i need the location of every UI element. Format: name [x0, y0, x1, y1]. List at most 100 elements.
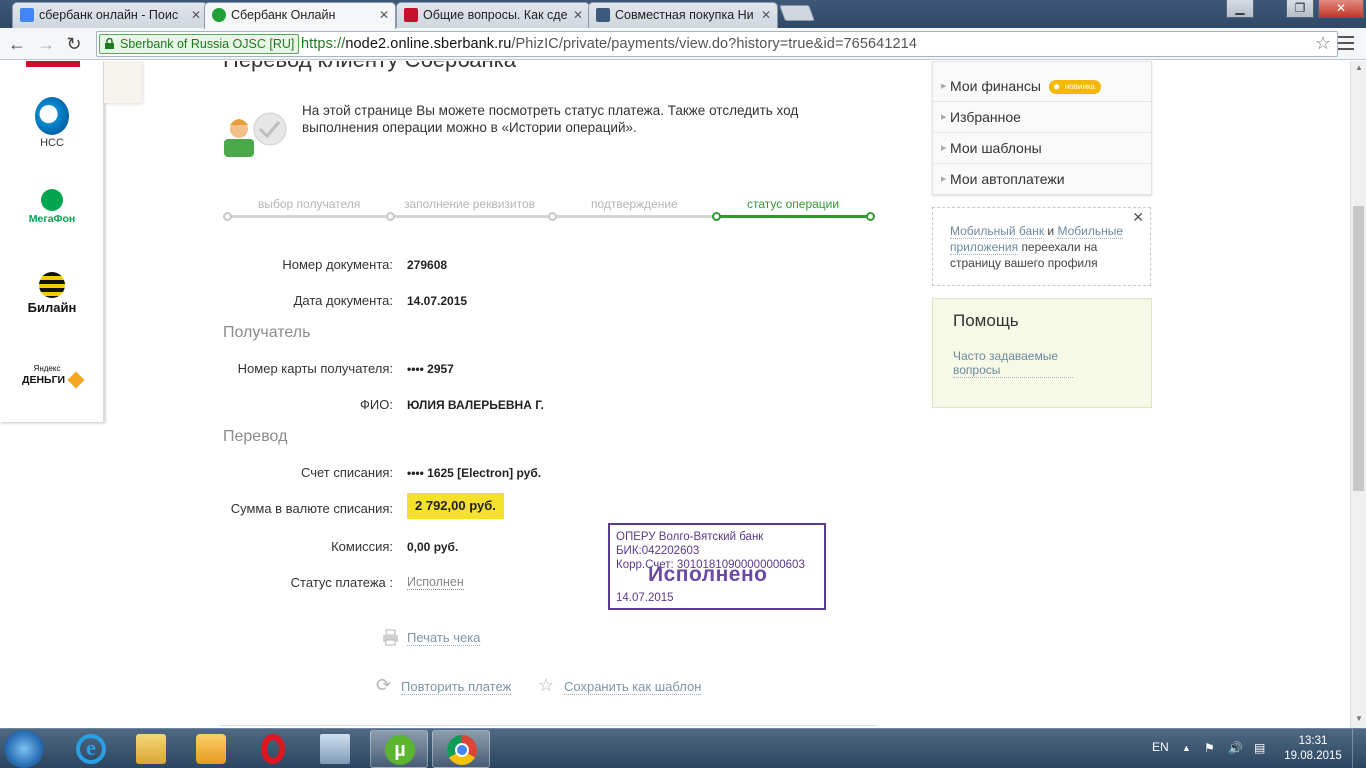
- star-icon[interactable]: ☆: [538, 675, 554, 696]
- mobile-bank-link[interactable]: Мобильный банк: [950, 224, 1045, 239]
- bank-stamp: ОПЕРУ Волго-Вятский банк БИК:042202603 К…: [608, 523, 826, 610]
- menu-label: Мои финансы: [950, 78, 1041, 94]
- scroll-thumb[interactable]: [1353, 206, 1364, 491]
- menu-label: Мои автоплатежи: [950, 171, 1065, 187]
- tab-close-icon[interactable]: ✕: [191, 3, 201, 27]
- help-title: Помощь: [953, 311, 1019, 330]
- forward-button[interactable]: →: [34, 32, 58, 56]
- taskbar-chrome[interactable]: [432, 730, 490, 768]
- operator-beeline[interactable]: Билайн: [0, 272, 104, 315]
- fee-label: Комиссия:: [331, 539, 393, 554]
- url-host: node2.online.sberbank.ru: [345, 36, 512, 52]
- beeline-logo-icon: [39, 272, 65, 298]
- stamp-date: 14.07.2015: [616, 592, 674, 604]
- vertical-scrollbar[interactable]: ▲ ▼: [1350, 61, 1366, 728]
- operator-megafon[interactable]: МегаФон: [0, 189, 104, 225]
- action-center-flag-icon[interactable]: ⚑: [1204, 741, 1215, 755]
- account-label: Счет списания:: [300, 465, 393, 480]
- taskbar-internet-explorer[interactable]: e: [62, 730, 120, 768]
- step-line: [228, 215, 717, 218]
- step-dot-active: [712, 212, 721, 221]
- personal-menu: ▶ Мои финансы новинка ▶ Избранное ▶ Мои …: [932, 61, 1152, 195]
- taskbar-file-explorer[interactable]: [122, 730, 180, 768]
- page-title: Перевод клиенту Сбербанка: [223, 61, 516, 73]
- tab-sberbank-online[interactable]: Сбербанк Онлайн ✕: [204, 2, 396, 29]
- tab-close-icon[interactable]: ✕: [573, 3, 583, 27]
- menu-my-templates[interactable]: ▶ Мои шаблоны: [933, 133, 1151, 164]
- folder-icon: [136, 734, 166, 764]
- operator-label: МегаФон: [28, 213, 76, 225]
- lock-icon: [105, 38, 114, 49]
- print-receipt-link[interactable]: Печать чека: [407, 630, 481, 646]
- tab-google-search[interactable]: сбербанк онлайн - Поис ✕: [12, 2, 208, 28]
- tab-joint-purchase[interactable]: Совместная покупка Ни ✕: [588, 2, 778, 28]
- operator-yandex-money[interactable]: Яндекс ДЕНЬГИ: [0, 361, 104, 389]
- tab-close-icon[interactable]: ✕: [761, 3, 771, 27]
- save-template-link[interactable]: Сохранить как шаблон: [564, 679, 702, 695]
- calculator-icon: [320, 734, 350, 764]
- minimize-button[interactable]: ▁: [1226, 0, 1254, 18]
- language-indicator[interactable]: EN: [1152, 740, 1169, 754]
- operator-label: Яндекс ДЕНЬГИ: [0, 363, 104, 389]
- repeat-icon[interactable]: ⟳: [376, 675, 391, 696]
- maximize-button[interactable]: ❐: [1286, 0, 1314, 18]
- new-tab-button[interactable]: [779, 5, 815, 21]
- triangle-right-icon: ▶: [941, 176, 947, 183]
- address-bar[interactable]: Sberbank of Russia OJSC [RU] https://nod…: [96, 31, 1338, 57]
- taskbar-media-player[interactable]: [182, 730, 240, 768]
- step-label-confirm: подтверждение: [591, 197, 678, 211]
- operator-label: Билайн: [27, 300, 77, 315]
- progress-steps: выбор получателя заполнение реквизитов п…: [223, 197, 875, 227]
- faq-link[interactable]: Часто задаваемые вопросы: [953, 349, 1073, 378]
- chrome-menu-icon[interactable]: [1334, 32, 1358, 56]
- payment-status-link[interactable]: Исполнен: [407, 575, 464, 590]
- account-value: •••• 1625 [Electron] руб.: [407, 466, 542, 480]
- step-dot: [548, 212, 557, 221]
- tab-faq[interactable]: Общие вопросы. Как сде ✕: [396, 2, 590, 28]
- operator-label-line1: Яндекс: [33, 364, 61, 373]
- show-desktop-button[interactable]: [1352, 729, 1366, 768]
- clock-date: 19.08.2015: [1284, 750, 1342, 762]
- printer-icon[interactable]: [382, 629, 399, 646]
- volume-icon[interactable]: 🔊: [1228, 741, 1243, 755]
- close-window-button[interactable]: ✕: [1318, 0, 1364, 18]
- menu-my-autopayments[interactable]: ▶ Мои автоплатежи: [933, 164, 1151, 195]
- scroll-up-icon[interactable]: ▲: [1355, 63, 1363, 72]
- close-icon[interactable]: ✕: [1132, 209, 1144, 225]
- recipient-name-label: ФИО:: [360, 397, 393, 412]
- opera-icon: [261, 734, 285, 764]
- menu-favorites[interactable]: ▶ Избранное: [933, 102, 1151, 133]
- menu-my-finances[interactable]: ▶ Мои финансы новинка: [933, 71, 1151, 102]
- system-clock[interactable]: 13:31 19.08.2015: [1282, 734, 1344, 764]
- tab-close-icon[interactable]: ✕: [379, 3, 389, 27]
- network-icon[interactable]: ▤: [1254, 741, 1265, 755]
- sberbank-favicon-icon: [212, 8, 226, 22]
- step-label-fill-details: заполнение реквизитов: [404, 197, 536, 211]
- operator-label-line2: ДЕНЬГИ: [21, 373, 66, 386]
- operator-mts[interactable]: НСС: [0, 97, 104, 149]
- taskbar-utorrent[interactable]: µ: [370, 730, 428, 768]
- tray-expand-icon[interactable]: ▲: [1182, 743, 1191, 753]
- start-button[interactable]: [4, 730, 44, 768]
- repeat-payment-link[interactable]: Повторить платеж: [401, 679, 512, 695]
- ev-certificate-badge[interactable]: Sberbank of Russia OJSC [RU]: [99, 34, 300, 54]
- triangle-right-icon: ▶: [941, 83, 947, 90]
- url-text[interactable]: https://node2.online.sberbank.ru/PhizIC/…: [301, 36, 917, 52]
- faq-favicon-icon: [404, 8, 418, 22]
- new-badge: новинка: [1048, 80, 1101, 94]
- ev-certificate-label: Sberbank of Russia OJSC [RU]: [120, 37, 295, 51]
- scroll-down-icon[interactable]: ▼: [1355, 714, 1363, 723]
- divider: [220, 725, 877, 726]
- back-button[interactable]: ←: [5, 32, 29, 56]
- taskbar-opera[interactable]: [244, 730, 302, 768]
- taskbar-calculator[interactable]: [306, 730, 364, 768]
- page-viewport: НСС МегаФон Билайн Яндекс ДЕНЬГИ Перевод…: [0, 61, 1350, 728]
- tab-title: Совместная покупка Ни: [615, 8, 754, 22]
- document-number-value: 279608: [407, 258, 448, 272]
- stamp-bank-name: ОПЕРУ Волго-Вятский банк: [616, 531, 764, 543]
- yandex-money-logo-icon: [67, 371, 85, 389]
- reload-button[interactable]: ↻: [62, 32, 86, 56]
- megafon-logo-icon: [41, 189, 63, 211]
- url-scheme: https://: [301, 36, 346, 52]
- bookmark-star-icon[interactable]: ☆: [1315, 33, 1331, 54]
